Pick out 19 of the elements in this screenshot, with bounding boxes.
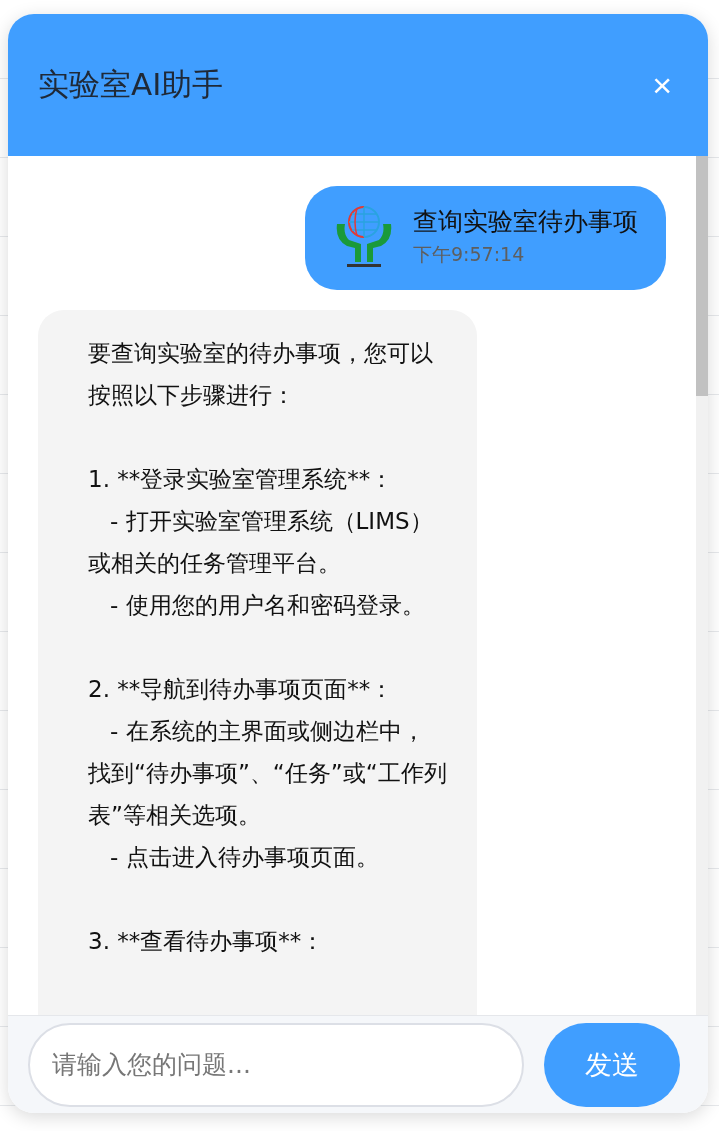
message-time: 下午9:57:14 xyxy=(413,241,526,267)
message-line: 找到“待办事项”、“任务”或“工作列 xyxy=(88,759,447,788)
message-line: 2. **导航到待办事项页面**： xyxy=(88,675,395,704)
question-input-field[interactable]: 请输入您的问题... xyxy=(28,1022,524,1107)
message-line: - 点击进入待办事项页面。 xyxy=(108,843,380,872)
close-button[interactable]: × xyxy=(644,68,680,102)
message-line: 3. **查看待办事项**： xyxy=(88,927,326,956)
message-line: 按照以下步骤进行： xyxy=(88,381,296,410)
scrollbar[interactable] xyxy=(696,156,708,1015)
dialog-title: 实验室AI助手 xyxy=(38,65,224,104)
message-line: 要查询实验室的待办事项，您可以 xyxy=(88,339,434,368)
send-button[interactable]: 发送 xyxy=(544,1022,680,1107)
message-line: 或相关的任务管理平台。 xyxy=(88,549,342,578)
message-text: 查询实验室待办事项 xyxy=(413,205,638,238)
message-line: - 在系统的主界面或侧边栏中， xyxy=(108,717,426,746)
message-line: 1. **登录实验室管理系统**： xyxy=(88,465,395,494)
message-line: - 打开实验室管理系统（LIMS） xyxy=(108,507,434,536)
message-line: - 使用您的用户名和密码登录。 xyxy=(108,591,426,620)
message-line: 表”等相关选项。 xyxy=(88,801,262,830)
